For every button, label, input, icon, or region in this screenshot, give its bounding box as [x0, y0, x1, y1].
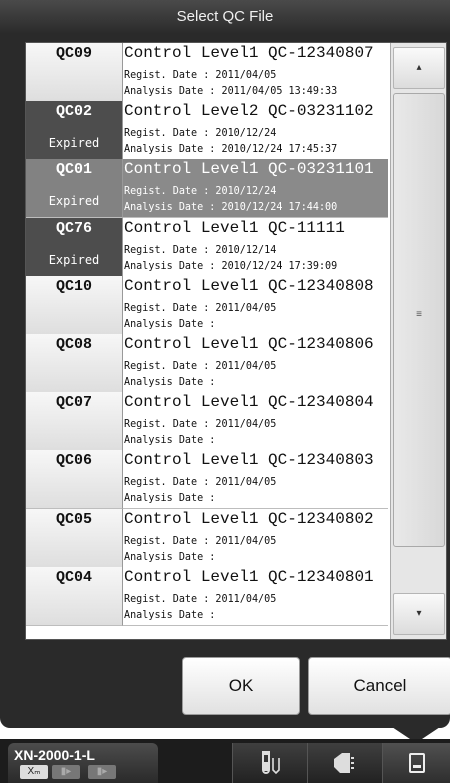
qc-file-number: QC07 [55, 394, 92, 412]
expired-label: Expired [48, 194, 100, 209]
regist-date: Regist. Date : 2010/12/24 [124, 126, 277, 140]
test-tube-icon [262, 751, 280, 775]
qc-file-row[interactable]: QC07 Control Level1 QC-12340804 Regist. Da… [26, 392, 388, 452]
qc-lot-name: Control Level1 QC-12340806 [124, 335, 374, 353]
device-name: XN-2000-1-L [14, 747, 95, 763]
qc-file-number: QC05 [55, 510, 92, 528]
analysis-date: Analysis Date : [124, 316, 216, 330]
dialog-title: Select QC File [0, 0, 450, 34]
qc-id-cell[interactable]: QC05 [26, 508, 123, 568]
qc-lot-name: Control Level1 QC-11111 [124, 218, 345, 237]
qc-file-row[interactable]: QC02 Expired Control Level2 QC-03231102 Reg… [26, 101, 388, 161]
qc-lot-name: Control Level1 QC-12340803 [124, 451, 374, 470]
scroll-thumb[interactable]: ≡ [393, 93, 445, 547]
scroll-up-button[interactable]: ▴ [393, 47, 445, 89]
qc-file-list: QC09 Control Level1 QC-12340807 Regist. Da… [25, 42, 447, 640]
qc-file-row[interactable]: QC76 Expired Control Level1 QC-11111 Regist… [26, 217, 388, 277]
qc-id-cell[interactable]: QC76 Expired [26, 217, 123, 277]
ok-button[interactable]: OK [182, 657, 300, 715]
qc-info-cell[interactable]: Control Level1 QC-12340802 Regist. Date :… [123, 508, 388, 568]
qc-info-cell[interactable]: Control Level1 QC-12340801 Regist. Date :… [123, 566, 388, 626]
regist-date: Regist. Date : 2011/04/05 [124, 359, 277, 372]
cancel-button[interactable]: Cancel [308, 657, 450, 715]
qc-file-number: QC09 [55, 45, 92, 62]
qc-id-cell[interactable]: QC08 [26, 334, 123, 393]
file-taskbar-button[interactable] [382, 743, 450, 783]
expired-label: Expired [48, 252, 100, 267]
analysis-date: Analysis Date : 2011/04/05 13:49:33 [124, 84, 338, 97]
analysis-date: Analysis Date : [124, 491, 216, 505]
select-qc-file-dialog: Select QC File QC09 Control Level1 QC-123… [0, 0, 450, 728]
qc-info-cell[interactable]: Control Level2 QC-03231102 Regist. Date :… [123, 101, 388, 161]
file-icon [409, 753, 425, 773]
device-tab[interactable]: XN-2000-1-L Xₘ ▮▸ ▮▸ [8, 743, 158, 783]
qc-file-row[interactable]: QC04 Control Level1 QC-12340801 Regist. Da… [26, 566, 388, 626]
analysis-date: Analysis Date : 2010/12/24 17:44:00 [124, 200, 338, 214]
qc-info-cell[interactable]: Control Level1 QC-12340804 Regist. Date :… [123, 392, 388, 452]
qc-file-number: QC06 [55, 452, 92, 470]
qc-id-cell[interactable]: QC10 [26, 275, 123, 335]
qc-file-row[interactable]: QC10 Control Level1 QC-12340808 Regist. Da… [26, 275, 388, 335]
regist-date: Regist. Date : 2010/12/14 [124, 242, 277, 256]
qc-lot-name: Control Level1 QC-12340807 [124, 44, 374, 62]
qc-file-number: QC01 [55, 161, 92, 179]
qc-file-number: QC02 [55, 103, 92, 121]
mode-indicator-2: ▮▸ [52, 765, 80, 779]
qc-file-row[interactable]: QC01 Expired Control Level1 QC-03231101 Reg… [26, 159, 388, 219]
qc-info-cell[interactable]: Control Level1 QC-12340803 Regist. Date :… [123, 450, 388, 510]
analysis-date: Analysis Date : [124, 375, 216, 388]
qc-info-cell[interactable]: Control Level1 QC-11111 Regist. Date : 20… [123, 217, 388, 277]
sample-taskbar-button[interactable] [232, 743, 307, 783]
qc-file-number: QC76 [55, 219, 92, 237]
qc-file-row[interactable]: QC06 Control Level1 QC-12340803 Regist. Da… [26, 450, 388, 510]
regist-date: Regist. Date : 2011/04/05 [124, 591, 277, 605]
regist-date: Regist. Date : 2010/12/24 [124, 184, 277, 198]
qc-lot-name: Control Level1 QC-12340808 [124, 276, 374, 295]
taskbar: XN-2000-1-L Xₘ ▮▸ ▮▸ [0, 739, 450, 783]
qc-id-cell[interactable]: QC06 [26, 450, 123, 510]
regist-date: Regist. Date : 2011/04/05 [124, 533, 277, 547]
analysis-date: Analysis Date : [124, 433, 216, 447]
grip-icon: ≡ [416, 309, 422, 320]
qc-file-number: QC08 [55, 336, 92, 353]
mode-indicator-3: ▮▸ [88, 765, 116, 779]
qc-id-cell[interactable]: QC09 [26, 43, 123, 102]
qc-info-cell[interactable]: Control Level1 QC-12340807 Regist. Date :… [123, 43, 388, 102]
qc-file-row[interactable]: QC09 Control Level1 QC-12340807 Regist. Da… [26, 43, 388, 102]
qc-info-cell[interactable]: Control Level1 QC-12340806 Regist. Date :… [123, 334, 388, 393]
analysis-date: Analysis Date : 2010/12/24 17:45:37 [124, 142, 338, 156]
qc-file-number: QC04 [55, 568, 92, 586]
qc-id-cell[interactable]: QC07 [26, 392, 123, 452]
analyzer-icon [334, 753, 354, 773]
list-scrollbar[interactable]: ▴ ≡ ▾ [390, 43, 446, 639]
qc-file-number: QC10 [55, 277, 92, 295]
qc-info-cell[interactable]: Control Level1 QC-03231101 Regist. Date :… [123, 159, 388, 219]
analyzer-taskbar-button[interactable] [307, 743, 382, 783]
qc-id-cell[interactable]: QC02 Expired [26, 101, 123, 161]
regist-date: Regist. Date : 2011/04/05 [124, 417, 277, 431]
qc-info-cell[interactable]: Control Level1 QC-12340808 Regist. Date :… [123, 275, 388, 335]
regist-date: Regist. Date : 2011/04/05 [124, 475, 277, 489]
qc-lot-name: Control Level1 QC-12340804 [124, 393, 374, 412]
qc-lot-name: Control Level1 QC-03231101 [124, 160, 374, 179]
expired-label: Expired [48, 136, 100, 151]
regist-date: Regist. Date : 2011/04/05 [124, 300, 277, 314]
qc-id-cell[interactable]: QC01 Expired [26, 159, 123, 219]
qc-file-row[interactable]: QC08 Control Level1 QC-12340806 Regist. Da… [26, 334, 388, 393]
qc-id-cell[interactable]: QC04 [26, 566, 123, 626]
qc-lot-name: Control Level1 QC-12340802 [124, 509, 374, 528]
qc-file-row[interactable]: QC05 Control Level1 QC-12340802 Regist. Da… [26, 508, 388, 568]
analysis-date: Analysis Date : [124, 549, 216, 563]
scroll-down-button[interactable]: ▾ [393, 593, 445, 635]
analysis-date: Analysis Date : [124, 607, 216, 621]
regist-date: Regist. Date : 2011/04/05 [124, 68, 277, 81]
analysis-date: Analysis Date : 2010/12/24 17:39:09 [124, 258, 338, 272]
qc-lot-name: Control Level1 QC-12340801 [124, 567, 374, 586]
qc-lot-name: Control Level2 QC-03231102 [124, 102, 374, 121]
mode-xm-indicator: Xₘ [20, 765, 48, 779]
